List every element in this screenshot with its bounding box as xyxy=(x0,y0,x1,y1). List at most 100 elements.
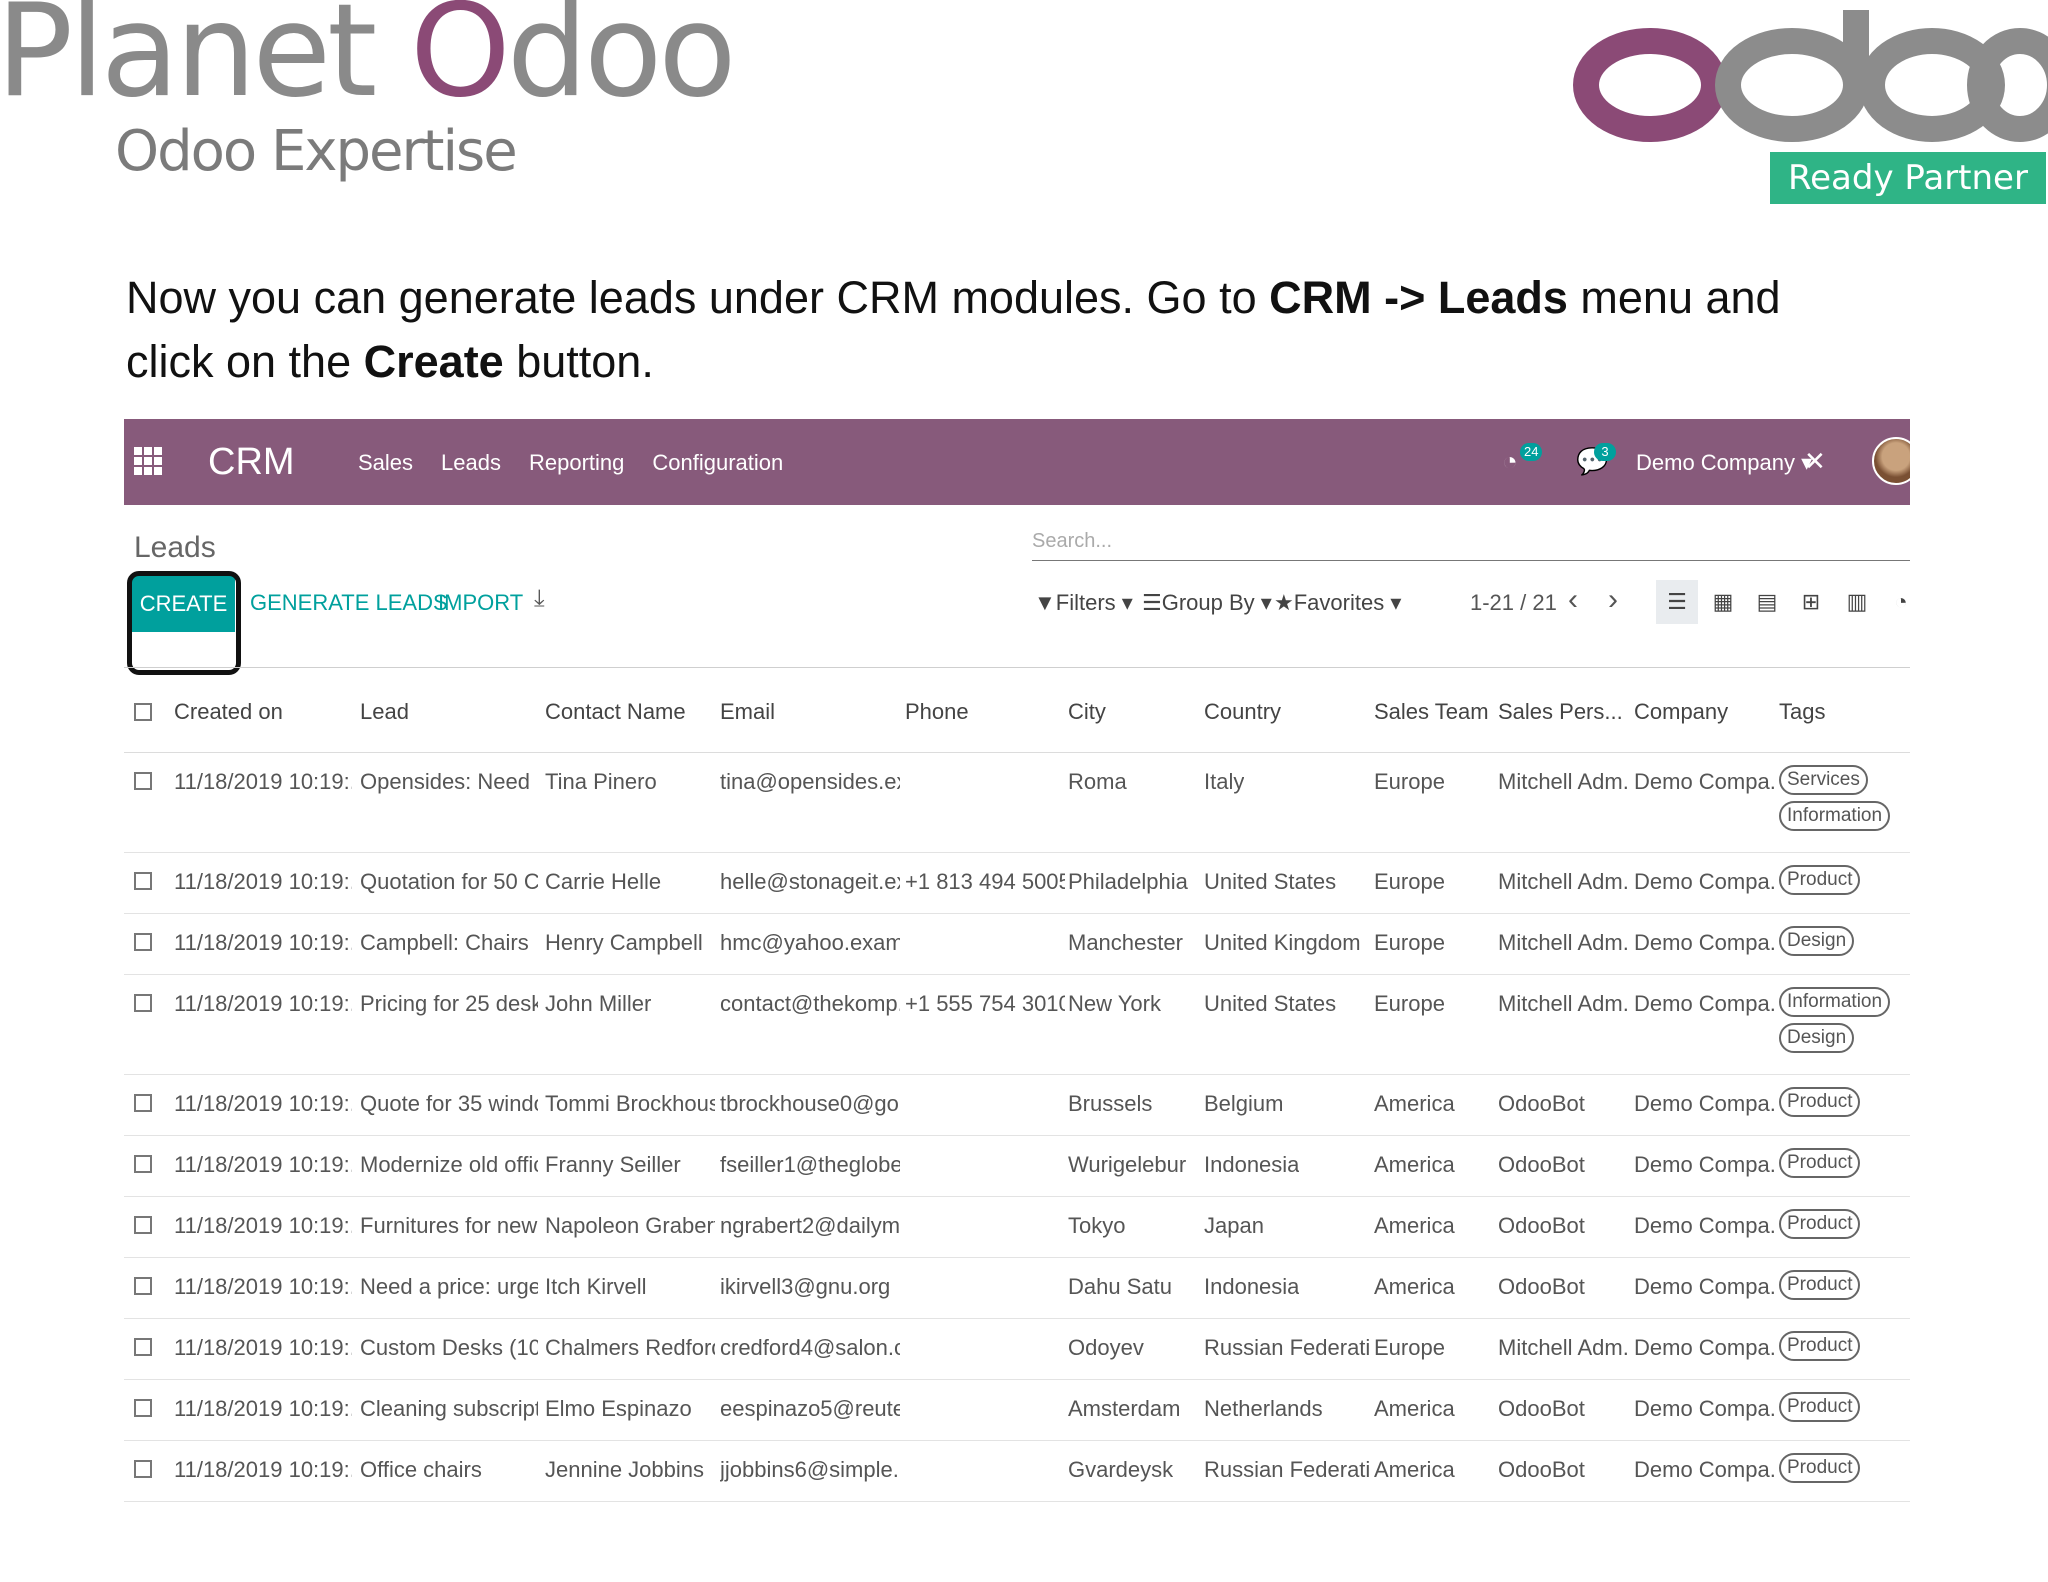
column-country[interactable]: Country xyxy=(1204,697,1281,727)
pager-next-icon[interactable]: › xyxy=(1608,583,1618,617)
graph-view-icon[interactable]: ▥ xyxy=(1836,580,1878,624)
cell-email: tbrockhouse0@go... xyxy=(720,1091,900,1116)
cell-sales-team: Europe xyxy=(1374,930,1445,955)
menu-item-configuration[interactable]: Configuration xyxy=(652,449,783,477)
intro-line2-a: click on the xyxy=(126,336,364,387)
table-row[interactable]: 11/18/2019 10:19:... Quotation for 50 C..… xyxy=(124,853,1910,914)
column-city[interactable]: City xyxy=(1068,697,1106,727)
intro-line1-a: Now you can generate leads under CRM mod… xyxy=(126,272,1270,323)
row-checkbox[interactable] xyxy=(134,994,152,1012)
table-row[interactable]: 11/18/2019 10:19:... Quote for 35 windo..… xyxy=(124,1075,1910,1136)
cell-company: Demo Compa... xyxy=(1634,1091,1774,1116)
ready-partner-badge: Ready Partner xyxy=(1770,152,2046,204)
table-row[interactable]: 11/18/2019 10:19:... Office chairs Jennine… xyxy=(124,1441,1910,1502)
download-icon[interactable]: ⤓ xyxy=(534,585,545,613)
kanban-view-icon[interactable]: ▦ xyxy=(1702,580,1744,624)
debug-tools-icon[interactable]: ✕ xyxy=(1804,447,1826,475)
row-checkbox[interactable] xyxy=(134,772,152,790)
cell-company: Demo Compa... xyxy=(1634,1396,1774,1421)
row-checkbox[interactable] xyxy=(134,1399,152,1417)
user-avatar[interactable] xyxy=(1872,437,1910,485)
cell-city: Philadelphia xyxy=(1068,869,1188,894)
cell-email: hmc@yahoo.exam... xyxy=(720,930,900,955)
column-lead[interactable]: Lead xyxy=(360,697,409,727)
table-row[interactable]: 11/18/2019 10:19:... Opensides: Need In..… xyxy=(124,753,1910,853)
calendar-view-icon[interactable]: ▤ xyxy=(1746,580,1788,624)
cell-company: Demo Compa... xyxy=(1634,1213,1774,1238)
column-sales-team[interactable]: Sales Team xyxy=(1374,697,1489,727)
menu-item-leads[interactable]: Leads xyxy=(441,449,501,477)
cell-email: eespinazo5@reute... xyxy=(720,1396,900,1421)
cell-created-on: 11/18/2019 10:19:... xyxy=(174,991,352,1016)
cell-lead: Pricing for 25 desks xyxy=(360,991,538,1016)
cell-city: Odoyev xyxy=(1068,1335,1144,1360)
table-row[interactable]: 11/18/2019 10:19:... Custom Desks (10... C… xyxy=(124,1319,1910,1380)
logo-text-planet: Planet xyxy=(0,0,410,126)
column-created-on[interactable]: Created on xyxy=(174,697,283,727)
activity-view-icon[interactable]: ◔ xyxy=(1880,580,1910,624)
table-row[interactable]: 11/18/2019 10:19:... Furnitures for new l… xyxy=(124,1197,1910,1258)
group-by-dropdown[interactable]: ☰Group By ▾ xyxy=(1142,589,1272,617)
filter-funnel-icon: ▼ xyxy=(1034,590,1056,615)
caret-down-icon: ▾ xyxy=(1390,590,1402,615)
company-switcher[interactable]: Demo Company ▾ xyxy=(1636,449,1812,477)
row-checkbox[interactable] xyxy=(134,1338,152,1356)
column-phone[interactable]: Phone xyxy=(905,697,969,727)
cell-contact-name: Tommi Brockhouse xyxy=(545,1091,715,1116)
cell-company: Demo Compa... xyxy=(1634,1152,1774,1177)
planet-odoo-title: Planet Odoo xyxy=(0,0,737,116)
cell-email: jjobbins6@simple... xyxy=(720,1457,900,1482)
cell-company: Demo Compa... xyxy=(1634,930,1774,955)
app-menu-icon[interactable] xyxy=(134,447,162,475)
cell-lead: Opensides: Need In... xyxy=(360,769,538,794)
list-view-icon[interactable]: ☰ xyxy=(1656,580,1698,624)
column-email[interactable]: Email xyxy=(720,697,775,727)
column-tags[interactable]: Tags xyxy=(1779,697,1825,727)
table-row[interactable]: 11/18/2019 10:19:... Need a price: urgent… xyxy=(124,1258,1910,1319)
search-input[interactable]: Search... xyxy=(1032,525,1910,561)
cell-country: Indonesia xyxy=(1204,1152,1300,1177)
table-row[interactable]: 11/18/2019 10:19:... Pricing for 25 desks… xyxy=(124,975,1910,1075)
pager-previous-icon[interactable]: ‹ xyxy=(1568,583,1578,617)
pivot-view-icon[interactable]: ⊞ xyxy=(1790,580,1832,624)
table-row[interactable]: 11/18/2019 10:19:... Cleaning subscripti.… xyxy=(124,1380,1910,1441)
menu-item-sales[interactable]: Sales xyxy=(358,449,413,477)
create-button[interactable]: CREATE xyxy=(132,575,235,632)
menu-item-reporting[interactable]: Reporting xyxy=(529,449,624,477)
tag-badge: Product xyxy=(1779,1270,1861,1300)
row-checkbox[interactable] xyxy=(134,933,152,951)
generate-leads-button[interactable]: GENERATE LEADS xyxy=(250,589,448,617)
row-checkbox[interactable] xyxy=(134,1216,152,1234)
planet-odoo-subtitle: Odoo Expertise xyxy=(115,119,518,184)
pager-value[interactable]: 1-21 / 21 xyxy=(1470,589,1557,617)
tag-badge: Design xyxy=(1779,926,1855,956)
row-checkbox[interactable] xyxy=(134,1155,152,1173)
cell-created-on: 11/18/2019 10:19:... xyxy=(174,1091,352,1116)
cell-country: Italy xyxy=(1204,769,1245,794)
table-header: Created on Lead Contact Name Email Phone… xyxy=(124,697,1910,727)
column-contact-name[interactable]: Contact Name xyxy=(545,697,686,727)
row-checkbox[interactable] xyxy=(134,1277,152,1295)
column-company[interactable]: Company xyxy=(1634,697,1728,727)
cell-lead: Cleaning subscripti... xyxy=(360,1396,538,1421)
import-button[interactable]: IMPORT xyxy=(438,589,523,617)
cell-sales-person: Mitchell Adm... xyxy=(1498,1335,1630,1360)
cell-contact-name: Jennine Jobbins xyxy=(545,1457,705,1482)
column-sales-person[interactable]: Sales Pers... xyxy=(1498,697,1623,727)
cell-sales-person: OdooBot xyxy=(1498,1274,1585,1299)
star-icon: ★ xyxy=(1274,590,1294,615)
cell-sales-person: OdooBot xyxy=(1498,1396,1585,1421)
row-checkbox[interactable] xyxy=(134,872,152,890)
row-checkbox[interactable] xyxy=(134,1094,152,1112)
cell-sales-person: Mitchell Adm... xyxy=(1498,991,1630,1016)
cell-sales-person: OdooBot xyxy=(1498,1457,1585,1482)
filters-dropdown[interactable]: ▼Filters ▾ xyxy=(1034,589,1133,617)
row-checkbox[interactable] xyxy=(134,1460,152,1478)
cell-email: contact@thekomp... xyxy=(720,991,900,1016)
table-row[interactable]: 11/18/2019 10:19:... Campbell: Chairs Henr… xyxy=(124,914,1910,975)
favorites-dropdown[interactable]: ★Favorites ▾ xyxy=(1274,589,1401,617)
activity-clock-icon[interactable]: ◔ xyxy=(1502,447,1518,475)
cell-created-on: 11/18/2019 10:19:... xyxy=(174,869,352,894)
table-row[interactable]: 11/18/2019 10:19:... Modernize old offic.… xyxy=(124,1136,1910,1197)
select-all-checkbox[interactable] xyxy=(134,703,152,721)
